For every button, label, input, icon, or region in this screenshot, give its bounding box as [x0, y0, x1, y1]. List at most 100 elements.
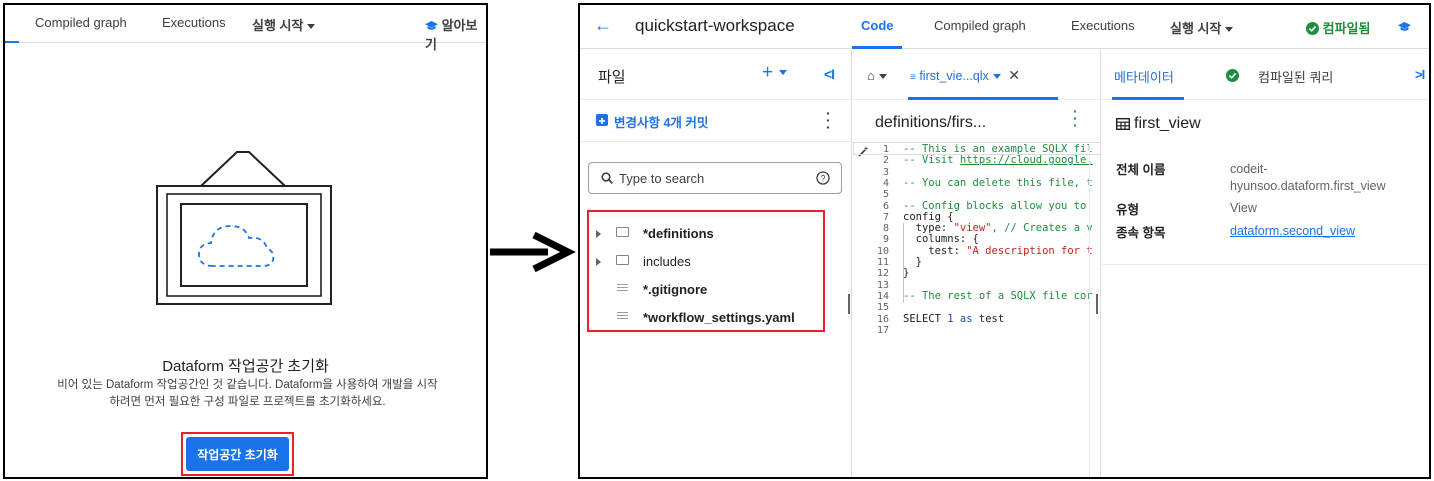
- init-workspace-panel: Compiled graph Executions 실행 시작 알아보기 Dat…: [3, 3, 488, 479]
- file-tree-highlight: *definitions includes *.gitignore *workf…: [587, 210, 825, 332]
- caret-down-icon: [1225, 27, 1234, 33]
- caret-down-icon: [307, 24, 316, 30]
- file-tab-label: first_vie...qlx: [919, 69, 989, 83]
- code-text: test: "A description for t: [903, 245, 1092, 257]
- collapse-pane-icon[interactable]: <I: [824, 66, 835, 82]
- tab-compiled-query[interactable]: 컴파일된 쿼리: [1258, 67, 1333, 86]
- code-token: as: [953, 312, 979, 325]
- learn-more-link[interactable]: 알아보기: [425, 15, 486, 53]
- line-number: 15: [876, 302, 889, 314]
- resize-handle[interactable]: [1096, 294, 1098, 314]
- workspace-name: quickstart-workspace: [635, 16, 795, 35]
- start-execution-menu[interactable]: 실행 시작: [252, 15, 316, 34]
- line-number: 6: [882, 200, 889, 212]
- add-file-button[interactable]: +: [762, 62, 788, 84]
- metadata-tab-bar: 메타데이터 컴파일된 쿼리 >I: [1102, 50, 1429, 100]
- commit-changes-button[interactable]: 변경사항 4개 커밋: [614, 112, 708, 131]
- compiled-status: 컴파일됨: [1306, 18, 1370, 37]
- active-file-tab-indicator: [908, 97, 1058, 100]
- file-icon: [617, 312, 628, 321]
- code-token: , // Creates a v: [991, 222, 1093, 235]
- tab-executions[interactable]: Executions: [162, 15, 226, 30]
- editor-tab-bar: ⌂ ≡ first_vie...qlx ✕: [853, 50, 1100, 100]
- more-vert-icon[interactable]: · · ·: [826, 106, 831, 134]
- init-title: Dataform 작업공간 초기화: [162, 358, 329, 375]
- init-desc-line-1: 비어 있는 Dataform 작업공간인 것 같습니다. Dataform을 사…: [57, 379, 438, 391]
- empty-frame-illustration: [156, 151, 332, 305]
- line-number: 16: [876, 313, 889, 325]
- line-number: 14: [876, 290, 889, 302]
- graduation-cap-icon[interactable]: [1398, 22, 1411, 32]
- more-vert-icon[interactable]: · · ·: [1073, 104, 1078, 132]
- line-number: 11: [876, 257, 889, 268]
- metadata-divider: [1102, 264, 1429, 265]
- workspace-panel: ← quickstart-workspace Code Compiled gra…: [578, 3, 1431, 479]
- code-token: -- This is an example SQLX fil: [903, 143, 1093, 155]
- code-token: type:: [903, 222, 954, 235]
- active-tab-indicator: [5, 41, 19, 43]
- help-icon[interactable]: ?: [816, 171, 830, 185]
- search-placeholder: Type to search: [619, 171, 705, 186]
- code-text: -- The rest of a SQLX file cor: [903, 289, 1093, 302]
- code-token: -- The rest of a SQLX file cor: [903, 289, 1093, 302]
- table-icon: [1116, 118, 1130, 130]
- file-tab[interactable]: ≡ first_vie...qlx ✕: [910, 67, 1020, 84]
- active-meta-tab-indicator: [1112, 97, 1184, 100]
- full-name-value-2: hyunsoo.dataform.first_view: [1230, 179, 1386, 193]
- graduation-cap-icon: [425, 21, 438, 30]
- back-arrow-icon[interactable]: ←: [594, 15, 612, 36]
- line-number: 3: [882, 166, 889, 178]
- code-editor[interactable]: 1 -- This is an example SQLX fil 2 -- Visit…: [853, 142, 1101, 442]
- tab-compiled-graph[interactable]: Compiled graph: [35, 15, 127, 30]
- code-token: }: [903, 256, 922, 268]
- expand-arrow-icon[interactable]: [596, 230, 601, 238]
- tree-item-label: *definitions: [643, 226, 714, 241]
- caret-down-icon: [878, 74, 887, 80]
- dependencies-label: 종속 항목: [1116, 226, 1166, 240]
- files-pane: 파일 + <I 변경사항 4개 커밋 · · · Type to search ? …: [580, 50, 852, 477]
- type-label: 유형: [1116, 203, 1140, 217]
- init-description: 비어 있는 Dataform 작업공간인 것 같습니다. Dataform을 사…: [25, 377, 470, 411]
- left-tab-bar: Compiled graph Executions 실행 시작 알아보기: [5, 5, 486, 52]
- tab-executions[interactable]: Executions: [1071, 18, 1135, 33]
- svg-text:?: ?: [820, 174, 825, 184]
- start-execution-menu[interactable]: 실행 시작: [1170, 18, 1234, 37]
- view-name: first_view: [1134, 115, 1201, 132]
- file-path: definitions/firs...: [875, 114, 987, 131]
- check-circle-icon: [1226, 69, 1239, 82]
- file-search-box[interactable]: Type to search ?: [588, 162, 842, 194]
- line-number: 1: [882, 144, 889, 155]
- line-number: 12: [876, 268, 889, 280]
- init-workspace-button[interactable]: 작업공간 초기화: [186, 437, 289, 471]
- line-number: 9: [882, 234, 889, 246]
- tab-code[interactable]: Code: [861, 18, 894, 33]
- full-name-value-1: codeit-: [1230, 162, 1268, 176]
- folder-icon: [616, 227, 629, 237]
- line-number: 2: [882, 155, 889, 167]
- search-icon: [601, 172, 613, 184]
- line-number: 17: [876, 324, 889, 336]
- dependency-link[interactable]: dataform.second_view: [1230, 224, 1355, 238]
- metadata-pane: 메타데이터 컴파일된 쿼리 >I first_view 전체 이름 codeit…: [1096, 50, 1429, 477]
- compiled-status-label: 컴파일됨: [1322, 21, 1371, 36]
- home-tab[interactable]: ⌂: [867, 68, 887, 83]
- resize-handle[interactable]: [848, 294, 850, 314]
- init-desc-line-2: 하려면 먼저 필요한 구성 파일로 프로젝트를 초기화하세요.: [109, 396, 386, 408]
- workspace-top-bar: ← quickstart-workspace Code Compiled gra…: [580, 5, 1429, 49]
- type-value: View: [1230, 201, 1257, 215]
- code-token: -- Config blocks allow you to: [903, 199, 1087, 212]
- code-token: -- Visit: [903, 154, 960, 167]
- files-header: 파일 + <I: [580, 50, 851, 100]
- close-icon[interactable]: ✕: [1008, 67, 1020, 83]
- expand-arrow-icon[interactable]: [596, 258, 601, 266]
- line-number: 8: [882, 223, 889, 235]
- indent-guide: [903, 223, 904, 303]
- code-token: columns: {: [903, 233, 979, 246]
- expand-pane-icon[interactable]: >I: [1415, 67, 1425, 82]
- commit-plus-icon: [596, 114, 608, 126]
- tab-metadata[interactable]: 메타데이터: [1114, 67, 1174, 86]
- tab-compiled-graph[interactable]: Compiled graph: [934, 18, 1026, 33]
- file-lines-icon: ≡: [910, 72, 916, 83]
- code-link: https://cloud.google.: [959, 154, 1093, 167]
- code-text: -- Visit https://cloud.google.: [903, 155, 1093, 166]
